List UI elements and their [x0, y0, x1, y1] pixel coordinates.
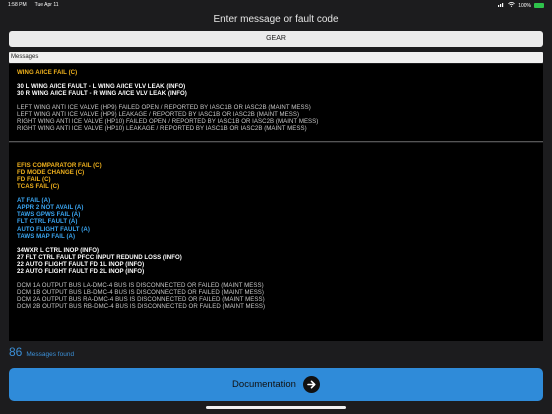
messages-panel-flight-control[interactable]: EFIS COMPARATOR FAIL (C) FD MODE CHANGE (…	[9, 143, 543, 341]
message-line: DCM 1A OUTPUT BUS LA-DMC-4 BUS IS DISCON…	[17, 281, 264, 289]
home-indicator[interactable]	[206, 406, 346, 409]
status-date: Tue Apr 11	[34, 2, 59, 8]
message-line: TAWS MAP FAIL (A)	[17, 232, 76, 240]
arrow-right-icon	[302, 376, 320, 393]
results-count-number: 86	[9, 345, 23, 359]
message-line: 30 L WING A/ICE FAULT - L WING A/ICE VLV…	[17, 83, 186, 91]
status-bar: 1:58 PM Tue Apr 11 100%	[0, 0, 552, 10]
message-line: FD MODE CHANGE (C)	[17, 169, 85, 177]
message-line: DCM 2B OUTPUT BUS RB-DMC-4 BUS IS DISCON…	[17, 303, 266, 311]
battery-icon	[534, 3, 544, 8]
message-line: 22 AUTO FLIGHT FAULT FD 1L INOP (INFO)	[17, 260, 145, 268]
page-title: Enter message or fault code	[213, 14, 339, 25]
results-count: 86 Messages found	[9, 345, 74, 359]
battery-percent: 100%	[518, 2, 531, 9]
message-line: RIGHT WING ANTI ICE VALVE (HP10) LEAKAGE…	[17, 125, 307, 133]
message-line: AUTO FLIGHT FAULT (A)	[17, 225, 90, 233]
status-indicators: 100%	[498, 2, 544, 9]
message-line: 22 AUTO FLIGHT FAULT FD 2L INOP (INFO)	[17, 267, 145, 275]
message-line: 30 R WING A/ICE FAULT - R WING A/ICE VLV…	[17, 90, 187, 98]
message-line: LEFT WING ANTI ICE VALVE (HP9) LEAKAGE /…	[17, 111, 300, 119]
message-line: FLT CTRL FAULT (A)	[17, 218, 78, 226]
message-line: TCAS FAIL (C)	[17, 183, 60, 191]
message-line: APPR 2 NOT AVAIL (A)	[17, 204, 84, 212]
messages-label: Messages	[9, 52, 543, 63]
search-input[interactable]: GEAR	[9, 31, 543, 47]
results-count-label: Messages found	[26, 351, 75, 358]
message-line: TAWS GPWS FAIL (A)	[17, 211, 81, 219]
message-line: AT FAIL (A)	[17, 197, 51, 205]
status-time: 1:58 PM Tue Apr 11	[8, 2, 59, 8]
wifi-icon	[508, 2, 516, 9]
documentation-button-label: Documentation	[232, 379, 296, 390]
message-line: LEFT WING ANTI ICE VALVE (HP9) FAILED OP…	[17, 104, 311, 112]
documentation-button[interactable]: Documentation	[9, 368, 543, 401]
message-line: WING A/ICE FAIL (C)	[17, 69, 78, 76]
signal-icon	[498, 2, 505, 9]
message-line: DCM 1B OUTPUT BUS LB-DMC-4 BUS IS DISCON…	[17, 288, 265, 296]
message-line: DCM 2A OUTPUT BUS RA-DMC-4 BUS IS DISCON…	[17, 295, 265, 303]
message-line: EFIS COMPARATOR FAIL (C)	[17, 162, 102, 170]
message-line: 27 FLT CTRL FAULT PFCC INPUT REDUND LOSS…	[17, 253, 182, 261]
message-line: 34WXR L CTRL INOP (INFO)	[17, 246, 100, 254]
message-line: FD FAIL (C)	[17, 176, 51, 184]
message-line: RIGHT WING ANTI ICE VALVE (HP10) FAILED …	[17, 118, 319, 126]
messages-panel-wing-anti-ice[interactable]: WING A/ICE FAIL (C) 30 L WING A/ICE FAULT…	[9, 64, 543, 142]
